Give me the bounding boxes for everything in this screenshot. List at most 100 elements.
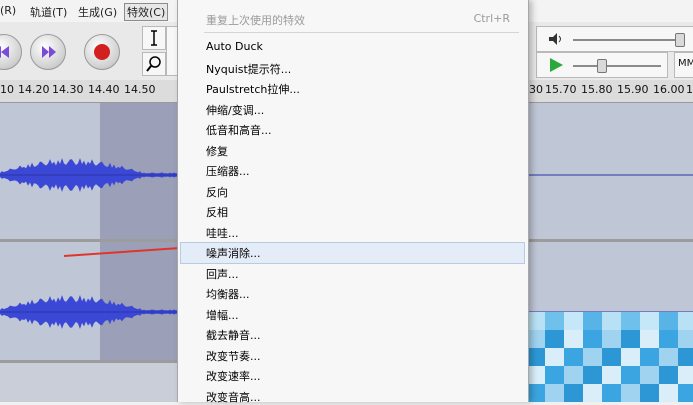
effect-menu-item[interactable]: 反相 xyxy=(206,204,228,220)
effect-menu-item[interactable]: 伸缩/变调... xyxy=(206,102,264,118)
mosaic-pixel xyxy=(583,366,603,384)
mosaic-pixel xyxy=(526,366,546,384)
ruler-tick: 14.30 xyxy=(52,83,84,96)
effect-menu-item[interactable]: 反向 xyxy=(206,184,228,200)
ruler-tick: 30 xyxy=(529,83,543,96)
speaker-icon xyxy=(549,33,561,45)
mosaic-pixel xyxy=(640,312,660,330)
i-beam-icon xyxy=(151,30,157,46)
menu-item-effects[interactable]: 特效(C) xyxy=(124,3,169,21)
mosaic-pixel xyxy=(640,330,660,348)
mosaic-pixel xyxy=(659,330,679,348)
ruler-tick: 1 xyxy=(686,83,693,96)
mosaic-pixel xyxy=(564,330,584,348)
ruler-tick: 15.80 xyxy=(581,83,613,96)
ruler-tick: 10 xyxy=(0,83,14,96)
mosaic-pixel xyxy=(602,330,622,348)
selection-tool[interactable] xyxy=(142,26,166,50)
mosaic-pixel xyxy=(678,384,693,402)
skip-end-button[interactable] xyxy=(30,34,66,70)
menu-item-r[interactable]: (R) xyxy=(0,4,16,17)
mosaic-pixel xyxy=(621,348,641,366)
volume-toolbar xyxy=(536,26,693,52)
ruler-tick: 14.50 xyxy=(124,83,156,96)
mosaic-pixel xyxy=(678,366,693,384)
record-button[interactable] xyxy=(84,34,120,70)
mosaic-pixel xyxy=(583,330,603,348)
repeat-last-effect-item: 重复上次使用的特效 xyxy=(206,14,305,27)
mosaic-pixel xyxy=(602,384,622,402)
menu-separator xyxy=(204,32,519,33)
mosaic-pixel xyxy=(545,384,565,402)
skip-start-icon xyxy=(0,46,9,58)
mosaic-pixel xyxy=(640,384,660,402)
effect-menu-item[interactable]: 均衡器... xyxy=(206,286,250,302)
ruler-tick: 16.00 xyxy=(653,83,685,96)
mosaic-pixel xyxy=(602,366,622,384)
effect-menu-item[interactable]: 修复 xyxy=(206,143,228,159)
mosaic-pixel xyxy=(621,384,641,402)
mosaic-pixel xyxy=(545,348,565,366)
effect-menu-item[interactable]: 增幅... xyxy=(206,307,239,323)
mosaic-pixel xyxy=(526,384,546,402)
volume-slider-thumb[interactable] xyxy=(675,33,685,47)
mosaic-pixel xyxy=(564,384,584,402)
volume-slider-track[interactable] xyxy=(573,39,685,41)
mosaic-pixel xyxy=(583,348,603,366)
play-icon[interactable] xyxy=(547,56,565,74)
skip-start-button[interactable] xyxy=(0,34,22,70)
ruler-tick: 14.20 xyxy=(18,83,50,96)
mosaic-pixel xyxy=(678,348,693,366)
repeat-last-shortcut: Ctrl+R xyxy=(473,12,510,25)
menu-item-generate[interactable]: 生成(G) xyxy=(78,4,117,20)
effect-menu-item[interactable]: 压缩器... xyxy=(206,163,250,179)
effect-menu-item[interactable]: Auto Duck xyxy=(206,40,263,53)
speed-slider-track[interactable] xyxy=(573,65,661,67)
speed-slider-thumb[interactable] xyxy=(597,59,607,73)
menu-item-tracks[interactable]: 轨道(T) xyxy=(30,4,67,20)
mosaic-pixel xyxy=(621,366,641,384)
mosaic-pixel xyxy=(640,348,660,366)
effect-menu-item[interactable]: 哇哇... xyxy=(206,225,239,241)
zoom-tool[interactable] xyxy=(142,52,166,76)
mosaic-pixel xyxy=(659,348,679,366)
effect-menu-item[interactable]: 回声... xyxy=(206,266,239,282)
mosaic-pixel xyxy=(526,348,546,366)
mosaic-pixel xyxy=(583,312,603,330)
effect-menu-item[interactable]: Nyquist提示符... xyxy=(206,61,291,77)
ruler-tick: 14.40 xyxy=(88,83,120,96)
mosaic-pixel xyxy=(659,366,679,384)
effect-menu-item[interactable]: 噪声消除... xyxy=(206,245,261,261)
mosaic-pixel xyxy=(564,312,584,330)
mosaic-pixel xyxy=(545,330,565,348)
playback-speed-toolbar xyxy=(536,52,668,78)
mosaic-pixel xyxy=(583,384,603,402)
mosaic-pixel xyxy=(678,312,693,330)
mosaic-pixel xyxy=(564,366,584,384)
effect-menu-item[interactable]: 截去静音... xyxy=(206,327,261,343)
effect-menu-item[interactable]: Paulstretch拉伸... xyxy=(206,81,300,97)
mosaic-pixel xyxy=(621,330,641,348)
effect-menu-item[interactable]: 改变节奏... xyxy=(206,348,261,364)
mosaic-pixel xyxy=(526,312,546,330)
mosaic-pixel xyxy=(640,366,660,384)
effect-menu-item[interactable]: 低音和高音... xyxy=(206,122,272,138)
mosaic-pixel xyxy=(659,312,679,330)
ruler-tick: 15.90 xyxy=(617,83,649,96)
mosaic-pixel xyxy=(564,348,584,366)
effects-menu: 重复上次使用的特效 Ctrl+R Auto Duck Nyquist提示符... P… xyxy=(177,0,529,405)
mosaic-pixel xyxy=(659,384,679,402)
mosaic-pixel xyxy=(678,330,693,348)
meter-label: MM xyxy=(678,58,693,69)
mosaic-pixel xyxy=(602,348,622,366)
mosaic-pixel xyxy=(545,312,565,330)
mosaic-pixel xyxy=(526,330,546,348)
record-icon xyxy=(94,44,110,60)
mosaic-pixel xyxy=(621,312,641,330)
mosaic-pixel xyxy=(545,366,565,384)
effect-menu-item[interactable]: 改变速率... xyxy=(206,368,261,384)
meter-toolbar[interactable]: MM xyxy=(674,52,693,78)
ruler-tick: 15.70 xyxy=(545,83,577,96)
magnifier-icon xyxy=(146,56,161,72)
effect-menu-item[interactable]: 改变音高... xyxy=(206,389,261,405)
